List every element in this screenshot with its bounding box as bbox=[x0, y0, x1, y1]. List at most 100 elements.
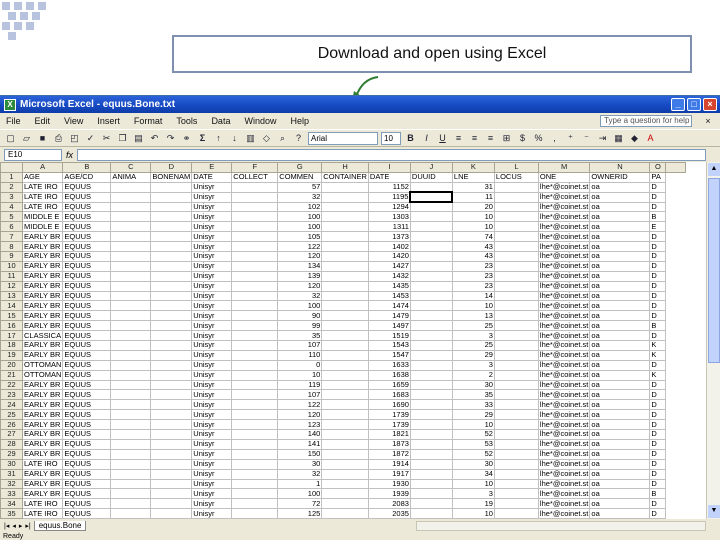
merge-icon[interactable]: ⊞ bbox=[500, 132, 513, 145]
cell[interactable]: EQUUS bbox=[62, 508, 112, 519]
cell[interactable] bbox=[231, 498, 279, 510]
cell[interactable] bbox=[150, 330, 193, 342]
cell[interactable]: EARLY BR bbox=[21, 468, 64, 480]
menu-help[interactable]: Help bbox=[288, 116, 311, 126]
cell[interactable]: 1432 bbox=[367, 270, 411, 282]
align-right-icon[interactable]: ≡ bbox=[484, 132, 497, 145]
cell[interactable]: 10 bbox=[451, 300, 495, 312]
cell[interactable]: EQUUS bbox=[62, 429, 112, 440]
cell[interactable]: oa bbox=[589, 448, 651, 460]
cell[interactable] bbox=[150, 270, 193, 282]
cell[interactable]: 90 bbox=[277, 310, 323, 322]
open-icon[interactable]: ▱ bbox=[20, 132, 33, 145]
cell[interactable]: lhe*@coinet.st bbox=[537, 201, 591, 213]
menu-tools[interactable]: Tools bbox=[174, 116, 199, 126]
row-header[interactable]: 22 bbox=[0, 379, 23, 391]
cell[interactable]: lhe*@coinet.st bbox=[537, 419, 591, 431]
cell[interactable] bbox=[409, 349, 453, 361]
cell[interactable]: EQUUS bbox=[62, 340, 112, 351]
cell[interactable]: 30 bbox=[451, 458, 495, 470]
cell[interactable]: BONENAM bbox=[150, 171, 193, 183]
cell[interactable]: oa bbox=[589, 379, 651, 391]
cell[interactable] bbox=[409, 251, 453, 262]
cell[interactable]: EARLY BR bbox=[21, 409, 64, 421]
cell[interactable] bbox=[110, 349, 152, 361]
cell[interactable]: EARLY BR bbox=[21, 488, 64, 500]
cell[interactable]: oa bbox=[589, 251, 651, 262]
row-header[interactable]: 19 bbox=[0, 349, 23, 361]
cell[interactable]: 141 bbox=[277, 438, 323, 450]
cell[interactable]: 2035 bbox=[367, 508, 411, 519]
cell[interactable] bbox=[409, 241, 453, 253]
column-header[interactable]: E bbox=[191, 162, 233, 173]
cell[interactable] bbox=[321, 359, 369, 371]
cell[interactable] bbox=[110, 340, 152, 351]
cell[interactable] bbox=[110, 419, 152, 431]
worksheet-grid[interactable]: ABCDEFGHIJKLMNO 1 AGE AGE/CD ANIMA BONENAM DA… bbox=[0, 162, 706, 519]
cell[interactable]: 1739 bbox=[367, 419, 411, 431]
cell[interactable]: 1917 bbox=[367, 468, 411, 480]
cell[interactable] bbox=[321, 280, 369, 292]
redo-icon[interactable]: ↷ bbox=[164, 132, 177, 145]
cell[interactable]: EARLY BR bbox=[21, 478, 64, 490]
cell[interactable]: DATE bbox=[367, 171, 411, 183]
cell[interactable] bbox=[321, 448, 369, 460]
cell[interactable] bbox=[231, 320, 279, 332]
row-header[interactable]: 34 bbox=[0, 498, 23, 510]
row-header[interactable]: 16 bbox=[0, 320, 23, 332]
cell[interactable]: oa bbox=[589, 508, 651, 519]
cell[interactable]: CONTAINER bbox=[321, 171, 369, 183]
menu-file[interactable]: File bbox=[4, 116, 23, 126]
cell[interactable] bbox=[110, 191, 152, 203]
cell[interactable]: Unisyr bbox=[191, 438, 233, 450]
cell[interactable] bbox=[150, 488, 193, 500]
cell[interactable]: EQUUS bbox=[62, 231, 112, 243]
cell[interactable]: oa bbox=[589, 429, 651, 440]
cell[interactable]: 123 bbox=[277, 419, 323, 431]
cell[interactable]: lhe*@coinet.st bbox=[537, 270, 591, 282]
cell[interactable] bbox=[110, 409, 152, 421]
indent-icon[interactable]: ⇥ bbox=[596, 132, 609, 145]
cell[interactable]: COMMEN bbox=[277, 171, 323, 183]
cell[interactable]: 1543 bbox=[367, 340, 411, 351]
cell[interactable]: D bbox=[649, 468, 667, 480]
cell[interactable]: oa bbox=[589, 458, 651, 470]
cell[interactable] bbox=[321, 231, 369, 243]
cell[interactable] bbox=[493, 508, 539, 519]
first-sheet-icon[interactable]: |◂ bbox=[4, 522, 9, 530]
cell[interactable]: Unisyr bbox=[191, 320, 233, 332]
cell[interactable]: EQUUS bbox=[62, 458, 112, 470]
cell[interactable]: EARLY BR bbox=[21, 310, 64, 322]
cell[interactable] bbox=[150, 241, 193, 253]
cell[interactable]: 0 bbox=[277, 359, 323, 371]
hyperlink-icon[interactable]: ⚭ bbox=[180, 132, 193, 145]
help-icon[interactable]: ? bbox=[292, 132, 305, 145]
cell[interactable] bbox=[231, 389, 279, 401]
cell[interactable] bbox=[110, 260, 152, 272]
cell[interactable] bbox=[150, 310, 193, 322]
row-header[interactable]: 12 bbox=[0, 280, 23, 292]
cell[interactable] bbox=[321, 429, 369, 440]
cell[interactable]: EQUUS bbox=[62, 201, 112, 213]
cell[interactable]: oa bbox=[589, 181, 651, 193]
cell[interactable] bbox=[321, 290, 369, 302]
cell[interactable] bbox=[150, 448, 193, 460]
cell[interactable]: D bbox=[649, 330, 667, 342]
cell[interactable]: LATE IRO bbox=[21, 508, 64, 519]
cell[interactable]: 29 bbox=[451, 349, 495, 361]
cell[interactable]: 1420 bbox=[367, 251, 411, 262]
cell[interactable] bbox=[110, 448, 152, 460]
cell[interactable] bbox=[493, 201, 539, 213]
cell[interactable]: 1873 bbox=[367, 438, 411, 450]
chart-icon[interactable]: ▥ bbox=[244, 132, 257, 145]
cell[interactable]: D bbox=[649, 241, 667, 253]
cell[interactable] bbox=[231, 300, 279, 312]
cell[interactable]: lhe*@coinet.st bbox=[537, 340, 591, 351]
cell[interactable]: EARLY BR bbox=[21, 349, 64, 361]
maximize-button[interactable]: □ bbox=[687, 98, 701, 111]
cell[interactable]: EQUUS bbox=[62, 359, 112, 371]
cell[interactable]: EQUUS bbox=[62, 260, 112, 272]
cell[interactable]: Unisyr bbox=[191, 349, 233, 361]
cell[interactable] bbox=[150, 429, 193, 440]
row-header[interactable]: 14 bbox=[0, 300, 23, 312]
